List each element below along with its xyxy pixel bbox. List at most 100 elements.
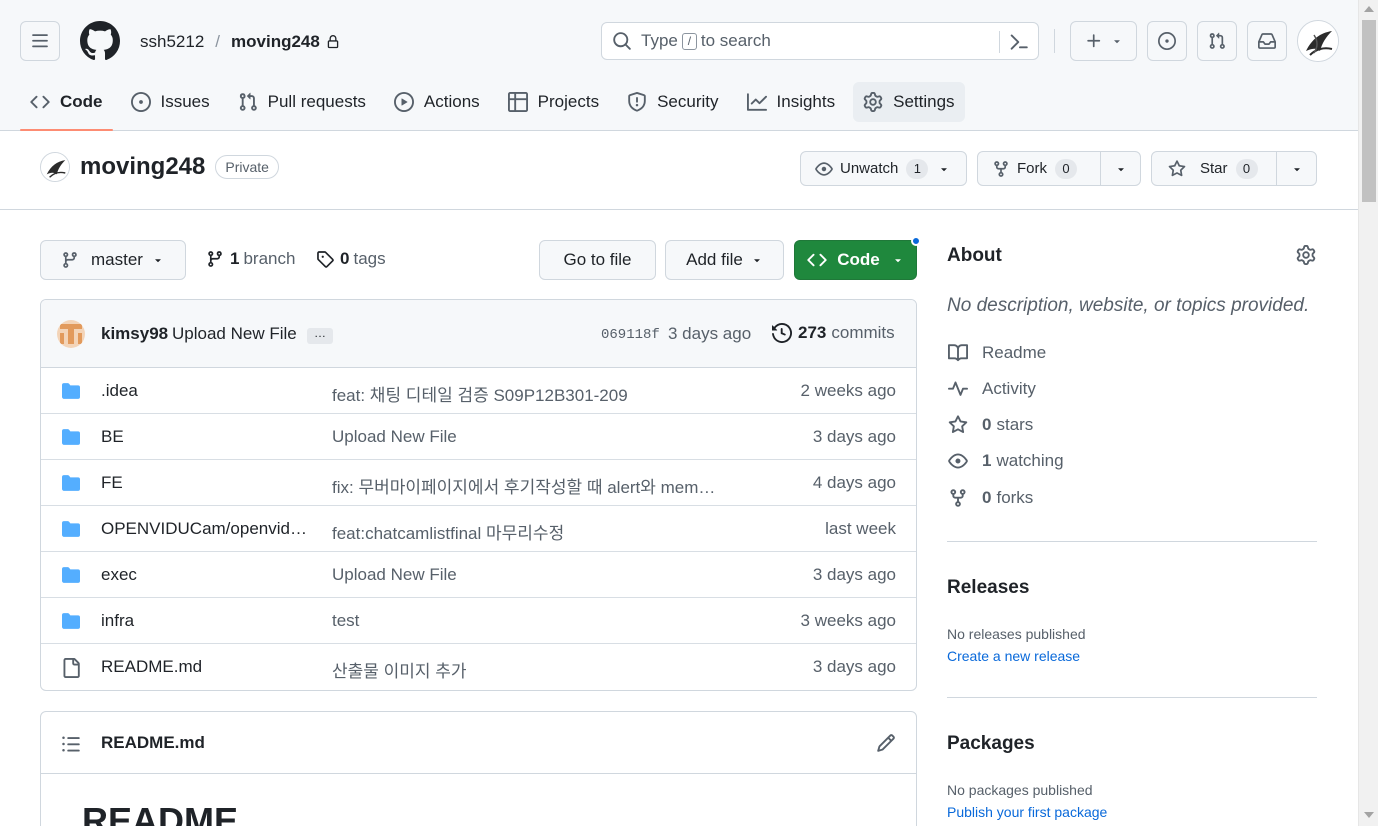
file-commit-message[interactable]: feat: 채팅 디테일 검증 S09P12B301-209 <box>332 381 752 406</box>
branches-link[interactable]: 1 branch <box>206 249 295 269</box>
pencil-icon[interactable] <box>876 733 896 753</box>
activity-link[interactable]: Activity <box>947 379 1036 399</box>
pulse-icon <box>947 379 969 399</box>
commits-history-link[interactable]: 273 commits <box>772 323 895 343</box>
file-name[interactable]: BE <box>101 427 311 447</box>
file-row[interactable]: FE fix: 무버마이페이지에서 후기작성할 때 alert와 mem… 4 … <box>41 460 916 506</box>
inbox-button[interactable] <box>1247 21 1287 61</box>
tab-label: Actions <box>423 92 480 111</box>
releases-title[interactable]: Releases <box>947 577 1029 599</box>
stars-count: 0 <box>982 415 992 434</box>
go-to-file-button[interactable]: Go to file <box>539 240 656 280</box>
file-name[interactable]: .idea <box>101 381 311 401</box>
book-icon <box>947 343 969 363</box>
file-row[interactable]: BE Upload New File 3 days ago <box>41 414 916 460</box>
tab-issues[interactable]: Issues <box>121 82 220 122</box>
owner-link[interactable]: ssh5212 <box>140 32 204 52</box>
commit-expand-button[interactable]: … <box>307 327 333 344</box>
page-scrollbar[interactable] <box>1358 0 1378 826</box>
search-input[interactable]: Type / to search <box>601 22 1039 60</box>
file-row[interactable]: .idea feat: 채팅 디테일 검증 S09P12B301-209 2 w… <box>41 368 916 414</box>
tags-count: 0 <box>340 249 350 268</box>
create-release-link[interactable]: Create a new release <box>947 648 1080 664</box>
forks-link[interactable]: 0 forks <box>947 488 1033 508</box>
github-logo-icon[interactable] <box>80 21 120 61</box>
file-name[interactable]: README.md <box>101 657 311 677</box>
fork-dropdown[interactable] <box>1100 152 1140 185</box>
file-name[interactable]: FE <box>101 473 311 493</box>
header-divider <box>1054 29 1055 53</box>
readme-filename[interactable]: README.md <box>101 733 205 753</box>
watching-link[interactable]: 1 watching <box>947 451 1064 471</box>
readme-header: README.md <box>41 712 916 774</box>
latest-commit-bar: kimsy98 Upload New File … 069118f 3 days… <box>41 300 916 368</box>
watch-button[interactable]: Unwatch 1 <box>800 151 967 186</box>
tab-security[interactable]: Security <box>617 82 728 122</box>
plus-icon <box>1086 34 1100 48</box>
readme-heading: README <box>82 800 239 826</box>
issue-icon <box>1158 32 1176 50</box>
file-commit-message[interactable]: test <box>332 611 752 631</box>
code-dropdown-button[interactable]: Code <box>794 240 917 280</box>
file-name[interactable]: exec <box>101 565 311 585</box>
tab-code[interactable]: Code <box>20 82 113 131</box>
file-commit-message[interactable]: Upload New File <box>332 565 752 585</box>
readme-link[interactable]: Readme <box>947 343 1046 363</box>
about-description: No description, website, or topics provi… <box>947 295 1310 316</box>
file-commit-message[interactable]: feat:chatcamlistfinal 마무리수정 <box>332 519 752 544</box>
scroll-down-arrow-icon[interactable] <box>1364 812 1374 818</box>
title-divider <box>0 209 1358 210</box>
file-row[interactable]: infra test 3 weeks ago <box>41 598 916 644</box>
file-commit-message[interactable]: 산출물 이미지 추가 <box>332 657 752 682</box>
branch-selector[interactable]: master <box>40 240 186 280</box>
file-commit-date: 2 weeks ago <box>800 381 896 400</box>
stars-link[interactable]: 0 stars <box>947 415 1033 435</box>
commit-sha[interactable]: 069118f <box>601 327 660 343</box>
file-commit-date: 3 days ago <box>812 427 896 446</box>
tab-insights[interactable]: Insights <box>737 82 846 122</box>
pull-requests-button[interactable] <box>1197 21 1237 61</box>
about-title: About <box>947 245 1002 266</box>
commit-author-avatar[interactable] <box>57 320 85 348</box>
scroll-up-arrow-icon[interactable] <box>1364 6 1374 12</box>
tags-label: tags <box>353 249 386 268</box>
tab-pull-requests[interactable]: Pull requests <box>228 82 376 122</box>
fork-button[interactable]: Fork 0 <box>977 151 1141 186</box>
commit-author[interactable]: kimsy98 <box>101 324 168 344</box>
gear-icon <box>863 92 883 112</box>
menu-button[interactable] <box>20 21 60 61</box>
star-dropdown[interactable] <box>1276 152 1316 185</box>
packages-title[interactable]: Packages <box>947 733 1035 755</box>
tab-projects[interactable]: Projects <box>498 82 609 122</box>
create-new-button[interactable] <box>1070 21 1137 61</box>
file-commit-message[interactable]: Upload New File <box>332 427 752 447</box>
add-file-button[interactable]: Add file <box>665 240 784 280</box>
issues-button[interactable] <box>1147 21 1187 61</box>
list-unordered-icon[interactable] <box>61 734 81 754</box>
tags-link[interactable]: 0 tags <box>316 249 386 269</box>
command-palette-icon[interactable] <box>1009 32 1029 52</box>
repo-owner-avatar[interactable] <box>40 152 70 182</box>
gear-icon[interactable] <box>1296 245 1316 265</box>
file-row[interactable]: OPENVIDUCam/openvid… feat:chatcamlistfin… <box>41 506 916 552</box>
file-commit-date: 3 days ago <box>812 565 896 584</box>
code-button-label: Code <box>837 250 880 269</box>
user-avatar[interactable] <box>1297 20 1339 62</box>
scrollbar-thumb[interactable] <box>1362 20 1376 202</box>
file-row[interactable]: README.md 산출물 이미지 추가 3 days ago <box>41 644 916 690</box>
repo-title: moving248 Private <box>40 152 279 182</box>
publish-package-link[interactable]: Publish your first package <box>947 804 1107 820</box>
repo-name[interactable]: moving248 <box>80 153 205 181</box>
file-row[interactable]: exec Upload New File 3 days ago <box>41 552 916 598</box>
file-commit-message[interactable]: fix: 무버마이페이지에서 후기작성할 때 alert와 mem… <box>332 473 752 498</box>
file-name[interactable]: OPENVIDUCam/openvid… <box>101 519 311 539</box>
commit-message[interactable]: Upload New File <box>172 324 297 344</box>
folder-icon <box>61 612 81 630</box>
file-name[interactable]: infra <box>101 611 311 631</box>
tab-settings[interactable]: Settings <box>853 82 965 122</box>
tab-actions[interactable]: Actions <box>384 82 490 122</box>
releases-empty: No releases published <box>947 626 1086 642</box>
repo-nav-tabs: Code Issues Pull requests Actions Projec… <box>20 82 973 131</box>
star-button[interactable]: Star 0 <box>1151 151 1317 186</box>
repo-link[interactable]: moving248 <box>231 32 320 52</box>
